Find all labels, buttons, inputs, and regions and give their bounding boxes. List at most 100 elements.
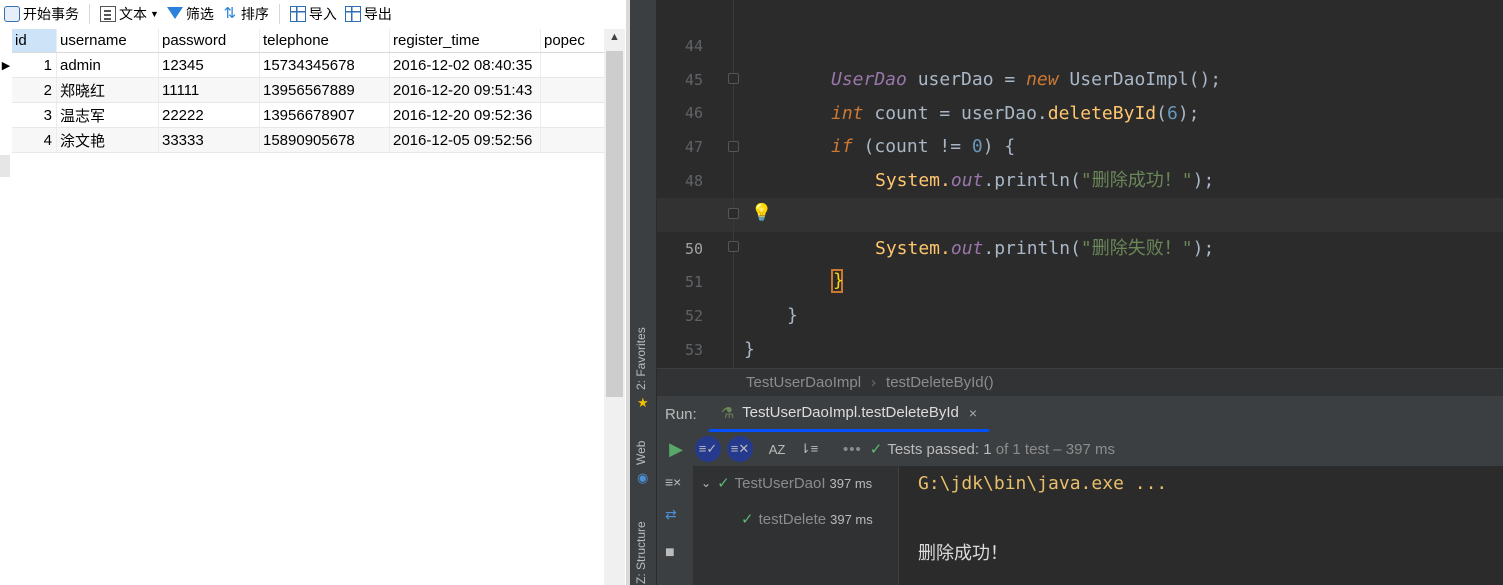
cell-username[interactable]: 郑晓红 xyxy=(57,78,159,102)
fold-marker-icon[interactable] xyxy=(728,241,739,252)
cell-popedom[interactable] xyxy=(541,128,589,152)
vertical-scrollbar[interactable]: ▲ xyxy=(604,29,625,585)
test-tree: ⌄ ✓ TestUserDaoI 397 ms ✓ testDelete 397… xyxy=(693,466,898,585)
code-line[interactable]: 45 int count = userDao.deleteById(6); xyxy=(657,29,1503,124)
cell-id[interactable]: 1 xyxy=(12,53,57,77)
code-line[interactable]: 47 System.out.println("删除成功！"); xyxy=(657,96,1503,191)
table-row[interactable]: 4 涂文艳 33333 15890905678 2016-12-05 09:52… xyxy=(12,128,604,153)
sort-button[interactable]: ⇅ 排序 xyxy=(218,0,273,28)
close-icon[interactable]: × xyxy=(969,405,977,421)
export-button[interactable]: 导出 xyxy=(341,0,396,28)
favorites-tab[interactable]: 2: Favorites xyxy=(634,327,648,390)
sort-alpha-button[interactable]: AZ xyxy=(764,436,790,462)
cell-popedom[interactable] xyxy=(541,53,589,77)
code-line[interactable]: 53 xyxy=(657,299,1503,359)
cell-username[interactable]: admin xyxy=(57,53,159,77)
breadcrumb: TestUserDaoImpl › testDeleteById() xyxy=(657,368,1503,396)
test-tree-child[interactable]: ✓ testDelete 397 ms xyxy=(741,510,873,529)
filter-icon xyxy=(166,7,183,23)
lightbulb-icon[interactable]: 💡 xyxy=(751,203,772,223)
globe-icon[interactable]: ◉ xyxy=(637,470,648,486)
cell-register-time[interactable]: 2016-12-20 09:52:36 xyxy=(390,103,541,127)
begin-transaction-button[interactable]: 开始事务 xyxy=(0,0,83,28)
structure-tab[interactable]: Z: Structure xyxy=(634,521,648,584)
scrollbar-thumb[interactable] xyxy=(606,51,623,397)
show-ignored-toggle[interactable]: ≡✕ xyxy=(727,436,753,462)
check-icon: ✓ xyxy=(869,441,883,458)
cell-username[interactable]: 涂文艳 xyxy=(57,128,159,152)
text-view-button[interactable]: 文本 ▼ xyxy=(96,0,163,28)
more-icon[interactable]: ••• xyxy=(843,441,862,458)
cell-password[interactable]: 12345 xyxy=(159,53,260,77)
import-button[interactable]: 导入 xyxy=(286,0,341,28)
test-tree-root[interactable]: ⌄ ✓ TestUserDaoI 397 ms xyxy=(701,474,872,493)
ide-panel: 2: Favorites ★ Web ◉ Z: Structure 44 Use… xyxy=(630,0,1503,585)
cell-password[interactable]: 33333 xyxy=(159,128,260,152)
column-header-telephone[interactable]: telephone xyxy=(260,29,390,52)
check-icon: ✓ xyxy=(717,475,730,492)
line-number: 53 xyxy=(684,341,703,359)
row-selector-strip xyxy=(0,155,10,177)
run-label: Run: xyxy=(665,405,697,423)
export-icon xyxy=(344,6,361,22)
breadcrumb-method[interactable]: testDeleteById() xyxy=(886,374,994,391)
column-header-username[interactable]: username xyxy=(57,29,159,52)
code-line[interactable]: 44 UserDao userDao = new UserDaoImpl(); xyxy=(657,0,1503,90)
cell-id[interactable]: 3 xyxy=(12,103,57,127)
column-header-id[interactable]: id xyxy=(12,29,57,52)
run-toolbar: ▶ ≡✓ ≡✕ AZ ⇂≡ ••• ✓ Tests passed: 1 of 1… xyxy=(657,432,1503,466)
data-grid: id username password telephone register_… xyxy=(2,29,604,153)
show-passed-toggle[interactable]: ≡✓ xyxy=(695,436,721,462)
cell-telephone[interactable]: 15890905678 xyxy=(260,128,390,152)
code-line[interactable]: 52 } xyxy=(657,265,1503,360)
sort-duration-button[interactable]: ⇂≡ xyxy=(796,436,822,462)
chevron-down-icon: ▼ xyxy=(150,9,159,19)
star-icon[interactable]: ★ xyxy=(637,395,649,411)
table-header-row: id username password telephone register_… xyxy=(12,29,604,53)
breadcrumb-class[interactable]: TestUserDaoImpl xyxy=(746,374,861,391)
fold-marker-icon[interactable] xyxy=(728,141,739,152)
cell-register-time[interactable]: 2016-12-02 08:40:35 xyxy=(390,53,541,77)
softwrap-icon[interactable]: ≡× xyxy=(665,474,681,490)
cell-register-time[interactable]: 2016-12-20 09:51:43 xyxy=(390,78,541,102)
console-output[interactable]: G:\jdk\bin\java.exe ... 删除成功！ xyxy=(898,466,1503,585)
code-editor[interactable]: 44 UserDao userDao = new UserDaoImpl(); … xyxy=(657,0,1503,368)
fold-marker-icon[interactable] xyxy=(728,73,739,84)
test-flask-icon: ⚗ xyxy=(720,404,735,422)
cell-telephone[interactable]: 13956567889 xyxy=(260,78,390,102)
column-header-register-time[interactable]: register_time xyxy=(390,29,541,52)
test-status: Tests passed: 1 of 1 test – 397 ms xyxy=(887,440,1115,458)
cell-id[interactable]: 4 xyxy=(12,128,57,152)
cell-password[interactable]: 11111 xyxy=(159,78,260,102)
code-line[interactable]: 49 System.out.println("删除失败！"); xyxy=(657,164,1503,259)
column-header-popedom[interactable]: popec xyxy=(541,29,589,52)
run-tab[interactable]: ⚗ TestUserDaoImpl.testDeleteById × xyxy=(708,396,990,432)
cell-register-time[interactable]: 2016-12-05 09:52:56 xyxy=(390,128,541,152)
code-line[interactable]: 51 } xyxy=(657,231,1503,326)
chevron-right-icon: › xyxy=(871,374,877,391)
web-tab[interactable]: Web xyxy=(634,441,648,465)
column-header-password[interactable]: password xyxy=(159,29,260,52)
run-side-tools: ≡× ⇄ ■ xyxy=(657,466,693,585)
stop-icon[interactable]: ■ xyxy=(665,544,675,562)
cell-popedom[interactable] xyxy=(541,78,589,102)
cell-id[interactable]: 2 xyxy=(12,78,57,102)
cell-telephone[interactable]: 13956678907 xyxy=(260,103,390,127)
rerun-button[interactable]: ▶ xyxy=(663,436,689,462)
code-line[interactable]: 46 if (count != 0) { xyxy=(657,62,1503,157)
code-line[interactable]: 48 } else { xyxy=(657,130,1503,225)
table-row[interactable]: ▶ 1 admin 12345 15734345678 2016-12-02 0… xyxy=(2,53,604,78)
code-line-current[interactable]: 50 } xyxy=(657,198,1503,293)
cell-password[interactable]: 22222 xyxy=(159,103,260,127)
table-toolbar: 开始事务 文本 ▼ 筛选 ⇅ 排序 导入 导出 xyxy=(0,0,628,28)
cell-telephone[interactable]: 15734345678 xyxy=(260,53,390,77)
table-row[interactable]: 3 温志军 22222 13956678907 2016-12-20 09:52… xyxy=(12,103,604,128)
swap-icon[interactable]: ⇄ xyxy=(665,506,677,523)
fold-marker-icon[interactable] xyxy=(728,208,739,219)
cell-popedom[interactable] xyxy=(541,103,589,127)
tool-window-sidebar: 2: Favorites ★ Web ◉ Z: Structure xyxy=(630,0,657,585)
cell-username[interactable]: 温志军 xyxy=(57,103,159,127)
filter-button[interactable]: 筛选 xyxy=(163,0,218,28)
scroll-up-icon[interactable]: ▲ xyxy=(604,31,625,47)
table-row[interactable]: 2 郑晓红 11111 13956567889 2016-12-20 09:51… xyxy=(12,78,604,103)
